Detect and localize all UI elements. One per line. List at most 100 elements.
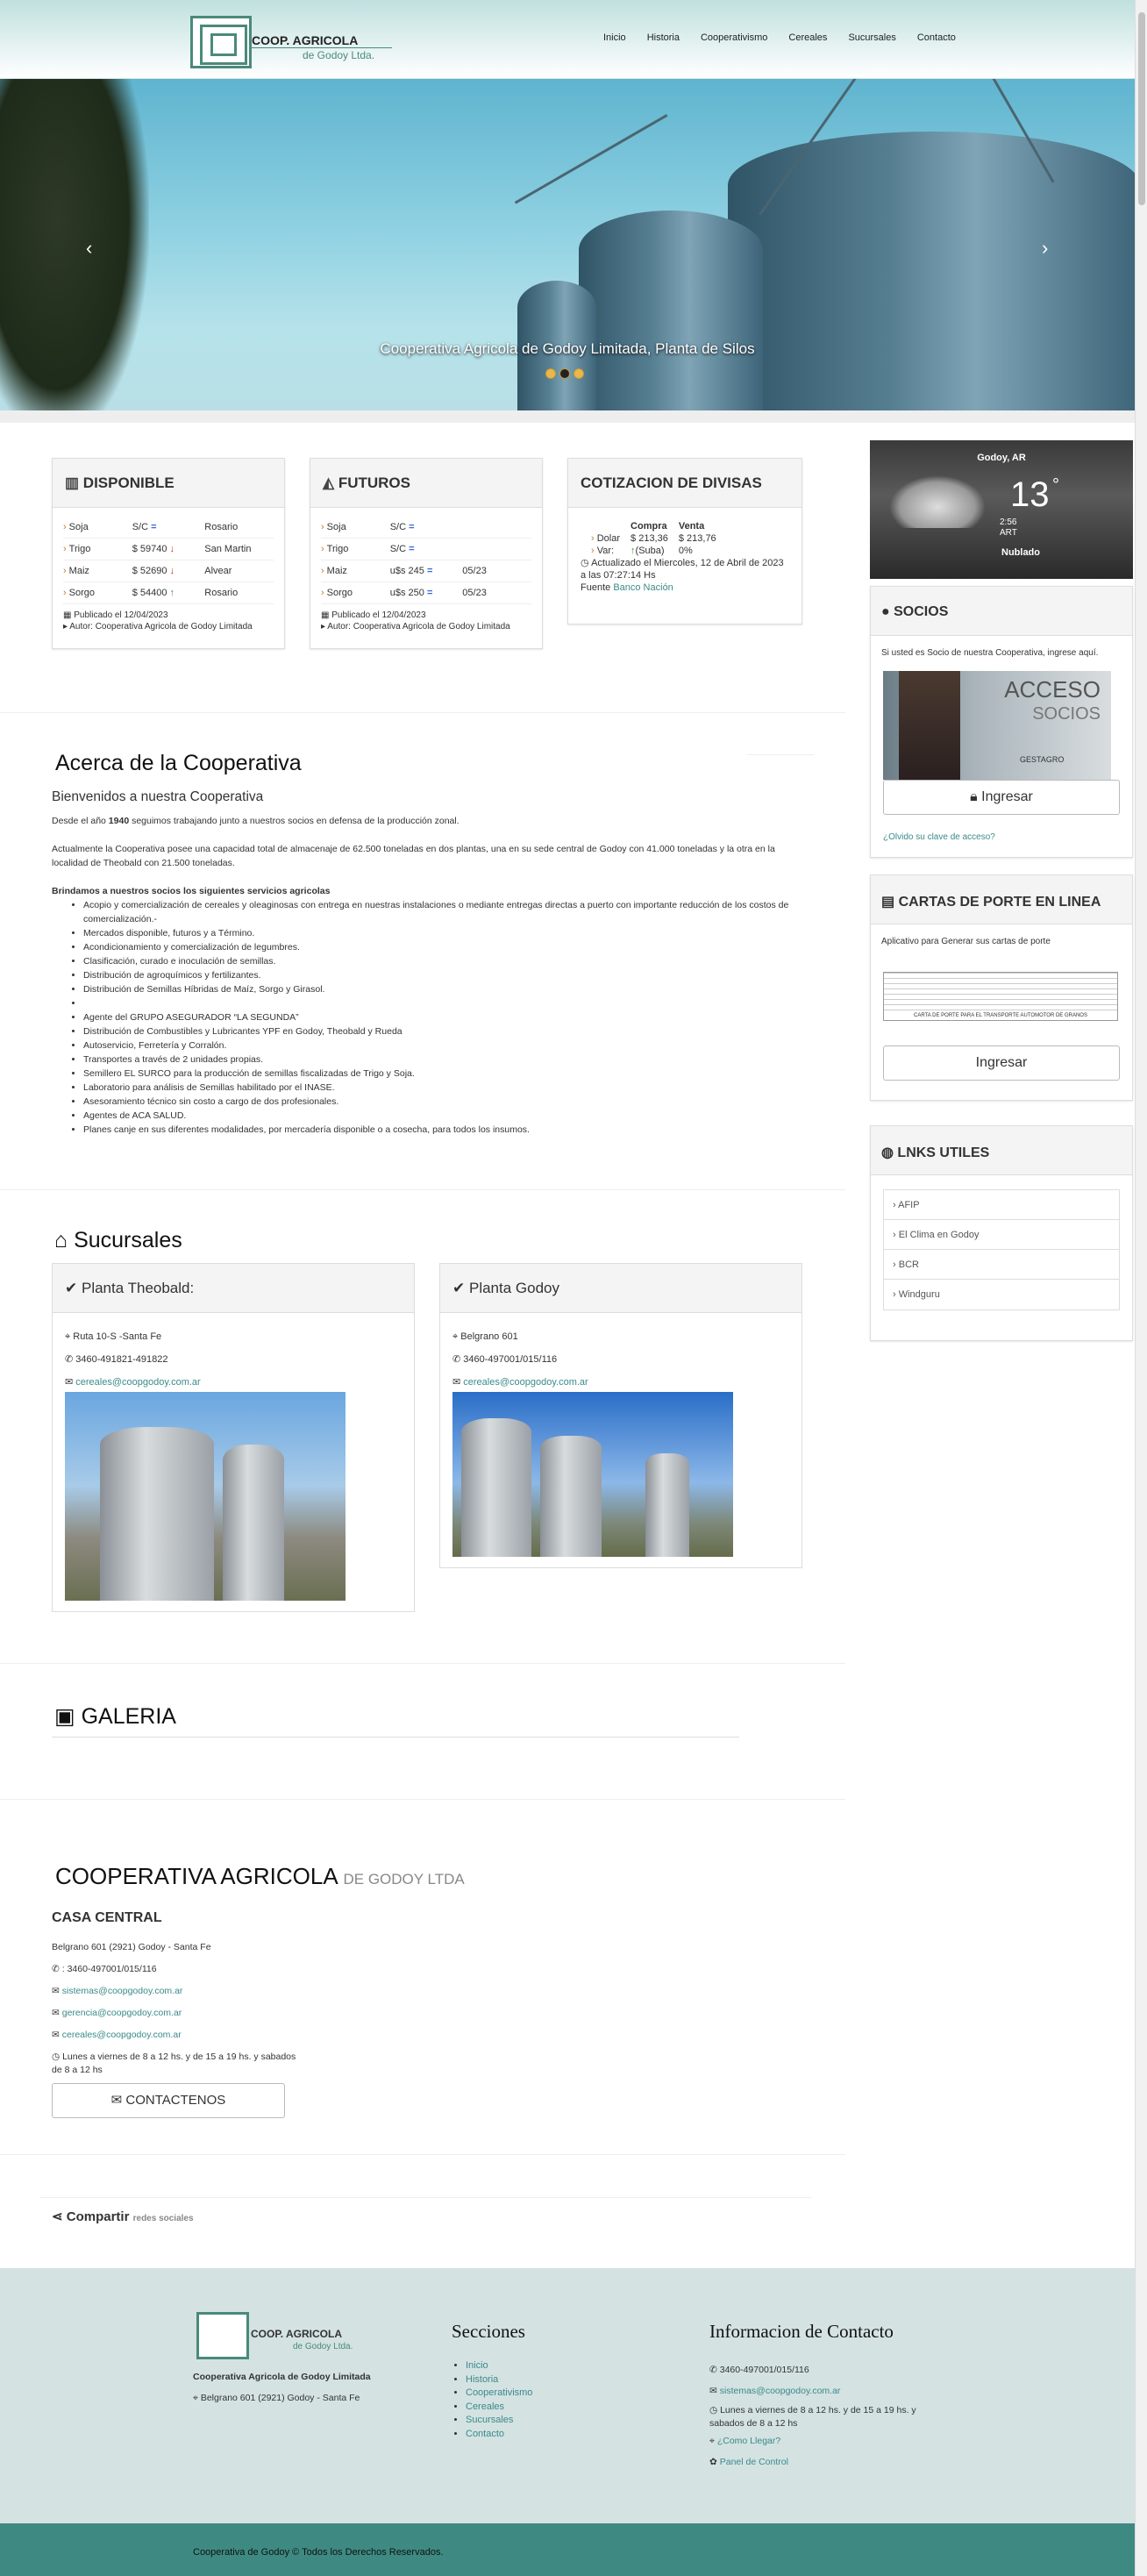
acceso-banner[interactable]: ACCESO SOCIOS GESTAGRO — [883, 671, 1111, 780]
panel-control-link[interactable]: Panel de Control — [720, 2457, 788, 2467]
service-item: Mercados disponible, futuros y a Término… — [83, 926, 806, 940]
nav-contacto[interactable]: Contacto — [907, 32, 966, 43]
market-place: Rosario — [204, 522, 239, 532]
email-link[interactable]: sistemas@coopgodoy.com.ar — [62, 1986, 183, 1996]
footer-link-sucursales[interactable]: Sucursales — [466, 2415, 513, 2425]
phone-icon: ✆ — [65, 1354, 74, 1365]
footer-link-historia[interactable]: Historia — [466, 2374, 498, 2385]
como-llegar-link[interactable]: ¿Como Llegar? — [717, 2436, 780, 2446]
price-value: $ 54400 — [132, 588, 167, 598]
page: { "brand": {"line1": "COOP. AGRICOLA", "… — [0, 0, 1147, 2576]
secciones-title: Secciones — [452, 2321, 525, 2342]
nav-historia[interactable]: Historia — [637, 32, 690, 43]
silo-image — [100, 1427, 214, 1601]
socios-box: ● SOCIOS Si usted es Socio de nuestra Co… — [870, 586, 1133, 858]
carousel-prev-icon[interactable]: ‹ — [86, 237, 92, 260]
nav-sucursales[interactable]: Sucursales — [837, 32, 906, 43]
branch-email: ✉ cereales@coopgodoy.com.ar — [65, 1371, 402, 1394]
site-logo[interactable]: COOP. AGRICOLA de Godoy Ltda. — [190, 16, 392, 68]
price-value: u$s 250 — [389, 588, 424, 598]
link-bcr[interactable]: › BCR — [884, 1250, 1119, 1280]
published-date: ▦ Publicado el 12/04/2023 — [321, 610, 426, 620]
footer-link-inicio[interactable]: Inicio — [466, 2360, 488, 2371]
carousel-dot[interactable] — [574, 368, 584, 379]
cartas-title: CARTAS DE PORTE EN LINEA — [898, 895, 1101, 910]
dolar-label: Dolar — [596, 533, 621, 544]
about-body: Desde el año 1940 seguimos trabajando ju… — [52, 814, 806, 1137]
exchange-table: Compra Venta › Dolar $ 213,36 $ 213,76 › Va… — [591, 520, 727, 557]
scrollbar-thumb[interactable] — [1138, 12, 1145, 205]
footer-link-contacto[interactable]: Contacto — [466, 2429, 504, 2439]
source-line: Fuente Banco Nación — [581, 582, 673, 593]
chevron-icon: › — [63, 522, 67, 532]
divider — [0, 2154, 845, 2155]
silo-image — [579, 211, 763, 410]
scrollbar[interactable] — [1135, 0, 1147, 2576]
about-intro: Desde el año 1940 seguimos trabajando ju… — [52, 816, 460, 826]
nav-inicio[interactable]: Inicio — [593, 32, 637, 43]
nav-cereales[interactable]: Cereales — [778, 32, 837, 43]
equal-icon: = — [426, 566, 433, 576]
cartas-ingresar-button[interactable]: Ingresar — [883, 1045, 1120, 1081]
var-compra: (Suba) — [635, 546, 665, 556]
service-item: Agentes de ACA SALUD. — [83, 1109, 806, 1123]
footer-company: Cooperativa Agricola de Godoy Limitada — [193, 2372, 371, 2382]
person-photo — [899, 671, 960, 780]
envelope-icon: ✉ — [52, 1986, 60, 1996]
service-item: Planes canje en sus diferentes modalidad… — [83, 1123, 806, 1137]
footer-link-cereales[interactable]: Cereales — [466, 2401, 504, 2412]
disponible-title: DISPONIBLE — [82, 475, 175, 491]
service-item: Transportes a través de 2 unidades propi… — [83, 1053, 806, 1067]
forgot-password-link[interactable]: ¿Olvido su clave de acceso? — [883, 832, 995, 842]
link-afip[interactable]: › AFIP — [884, 1190, 1119, 1220]
cartas-text: Aplicativo para Generar sus cartas de po… — [881, 937, 1051, 946]
dolar-venta: $ 213,76 — [678, 533, 716, 544]
equal-icon: = — [426, 588, 433, 598]
check-icon: ✔ — [65, 1280, 78, 1296]
chevron-icon: › — [321, 522, 324, 532]
divider — [0, 1799, 845, 1800]
source-link[interactable]: Banco Nación — [613, 582, 673, 593]
price-row: › Trigo S/C = — [321, 539, 531, 560]
acceso-text: ACCESO — [1004, 676, 1101, 703]
nav-cooperativismo[interactable]: Cooperativismo — [690, 32, 778, 43]
sucursales-title: ⌂ Sucursales — [54, 1228, 182, 1252]
contacto-hours: ◷ Lunes a viernes de 8 a 12 hs. y de 15 … — [52, 2052, 296, 2075]
share-bar[interactable]: ⋖ Compartir redes sociales — [52, 2209, 194, 2224]
carousel-next-icon[interactable]: › — [1042, 237, 1048, 260]
chevron-icon: › — [63, 566, 67, 576]
home-icon: ⌂ — [54, 1228, 68, 1252]
services-title: Brindamos a nuestros socios los siguient… — [52, 886, 331, 896]
chevron-icon: › — [591, 546, 595, 556]
tree-image — [0, 79, 149, 410]
footer-logo[interactable]: COOP. AGRICOLA de Godoy Ltda. — [196, 2312, 363, 2361]
footer-link-cooperativismo[interactable]: Cooperativismo — [466, 2387, 532, 2398]
logo-title: COOP. AGRICOLA — [251, 2328, 343, 2340]
arrow-down-icon: ↓ — [169, 544, 175, 554]
link-windguru[interactable]: › Windguru — [884, 1280, 1119, 1309]
envelope-icon: ✉ — [52, 2008, 60, 2018]
equal-icon: = — [409, 522, 415, 532]
envelope-icon: ✉ — [52, 2030, 60, 2040]
carousel-dot-active[interactable] — [559, 368, 570, 379]
phone-icon: ✆ — [709, 2365, 717, 2375]
footer-phone: ✆ 3460-497001/015/116 — [709, 2365, 809, 2375]
logo-title: COOP. AGRICOLA — [252, 33, 359, 47]
carousel-dot[interactable] — [545, 368, 556, 379]
carta-porte-image[interactable]: CARTA DE PORTE PARA EL TRANSPORTE AUTOMO… — [883, 972, 1118, 1021]
copyright-bar: Cooperativa de Godoy © Todos los Derecho… — [0, 2523, 1135, 2576]
socios-title: SOCIOS — [894, 604, 949, 619]
link-clima[interactable]: › El Clima en Godoy — [884, 1220, 1119, 1250]
email-link[interactable]: gerencia@coopgodoy.com.ar — [62, 2008, 182, 2018]
panel-heading: COTIZACION DE DIVISAS — [568, 459, 801, 508]
panel-heading: ▥ DISPONIBLE — [53, 459, 284, 508]
socios-ingresar-button[interactable]: 🔒︎ Ingresar — [883, 780, 1120, 815]
share-icon: ⋖ — [52, 2209, 63, 2224]
contactenos-button[interactable]: ✉ CONTACTENOS — [52, 2083, 285, 2118]
email-link[interactable]: cereales@coopgodoy.com.ar — [62, 2030, 182, 2040]
branch-email-link[interactable]: cereales@coopgodoy.com.ar — [463, 1377, 588, 1388]
footer-email-link[interactable]: sistemas@coopgodoy.com.ar — [720, 2386, 841, 2396]
grain-name: Sorgo — [326, 588, 353, 598]
user-icon: ● — [881, 604, 890, 619]
branch-email-link[interactable]: cereales@coopgodoy.com.ar — [75, 1377, 200, 1388]
